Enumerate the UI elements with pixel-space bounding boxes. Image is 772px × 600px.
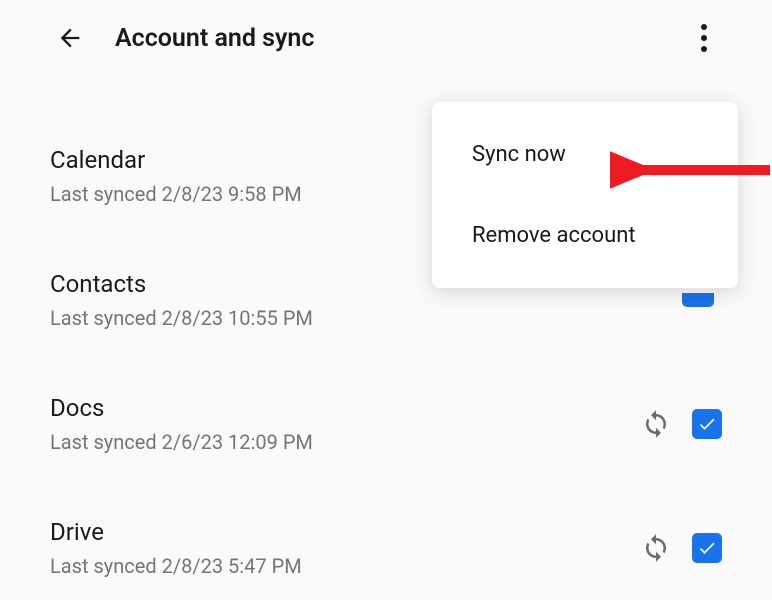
item-title: Drive <box>50 518 640 546</box>
item-subtitle: Last synced 2/8/23 5:47 PM <box>50 554 640 578</box>
item-title: Docs <box>50 394 640 422</box>
sync-toggle-checkbox[interactable] <box>692 409 722 439</box>
item-subtitle: Last synced 2/8/23 10:55 PM <box>50 306 722 330</box>
sync-icon <box>640 532 672 564</box>
arrow-left-icon <box>56 24 84 52</box>
more-vertical-icon <box>701 24 707 30</box>
sync-now-menu-item[interactable]: Sync now <box>432 114 738 195</box>
check-icon <box>697 414 717 434</box>
item-subtitle: Last synced 2/6/23 12:09 PM <box>50 430 640 454</box>
overflow-menu: Sync now Remove account <box>432 102 738 288</box>
sync-item-docs[interactable]: Docs Last synced 2/6/23 12:09 PM <box>50 374 722 474</box>
sync-icon <box>640 408 672 440</box>
more-options-button[interactable] <box>684 18 724 58</box>
sync-toggle-checkbox[interactable] <box>692 533 722 563</box>
sync-item-drive[interactable]: Drive Last synced 2/8/23 5:47 PM <box>50 498 722 598</box>
page-title: Account and sync <box>115 24 314 53</box>
back-button[interactable] <box>50 18 90 58</box>
remove-account-menu-item[interactable]: Remove account <box>432 195 738 276</box>
check-icon <box>697 538 717 558</box>
sync-toggle-checkbox-partial <box>682 293 714 307</box>
